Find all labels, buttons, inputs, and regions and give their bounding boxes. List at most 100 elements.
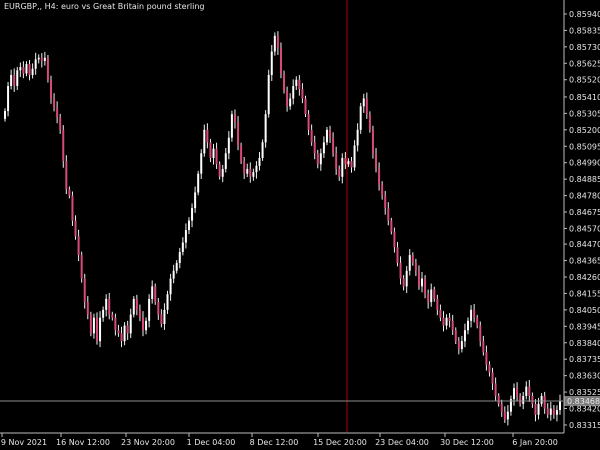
candle-body [362,98,365,107]
candle-body [224,153,227,169]
candle-body [378,168,381,185]
candle-body [436,298,439,310]
candle-body [71,195,74,221]
candle-body [249,168,252,177]
candle-body [329,129,332,138]
candle-body [200,153,203,174]
candle-body [341,158,344,177]
candle-body [53,98,56,108]
candle-body [460,341,463,350]
candle-body [135,298,138,310]
candle-body [80,255,83,279]
price-tick-label: 0.84470 [569,240,600,249]
candle-body [187,220,190,231]
candle [80,251,83,283]
candle-body [181,242,184,252]
candle-body [206,129,209,143]
candle-body [298,79,301,90]
price-tick-label: 0.84570 [569,224,600,233]
candle-body [316,153,319,165]
candle-body [194,192,197,209]
candle-body [123,325,126,342]
candle-body [261,142,264,159]
time-tick-label: 6 Jan 20:00 [512,438,558,447]
price-tick-label: 0.83315 [569,421,600,430]
candle-body [184,230,187,243]
time-tick-label: 16 Nov 12:00 [56,438,110,447]
price-tick-label: 0.83525 [569,388,600,397]
price-tick-label: 0.84780 [569,192,600,201]
candle-body [240,145,243,162]
candle [304,95,307,117]
candle-body [19,67,22,71]
candle-body [145,320,148,331]
candle-body [157,302,160,315]
price-tick-label: 0.83735 [569,355,600,364]
time-tick-label: 23 Dec 04:00 [375,438,429,447]
candle-body [463,330,466,342]
price-chart[interactable]: EURGBP,, H4: euro vs Great Britain pound… [0,0,600,450]
candle-body [292,85,295,99]
candle-body [534,403,537,415]
candle-body [482,341,485,353]
candle-body [421,278,424,287]
candle-body [25,64,28,74]
candle [264,110,267,148]
candle-body [227,137,230,154]
candle-body [77,236,80,256]
candle-body [215,148,218,165]
candle-body [286,90,289,107]
candle-body [46,57,49,80]
time-tick-label: 30 Dec 12:00 [440,438,494,447]
candle-body [473,309,476,318]
price-tick-label: 0.85410 [569,93,600,102]
candle [154,283,157,305]
candle-body [399,262,402,279]
candle-body [212,148,215,159]
candle-body [519,395,522,404]
candle-body [488,364,491,373]
candle-body [417,270,420,287]
candle-body [243,161,246,174]
candle-body [347,161,350,165]
candle-body [543,395,546,409]
candle-body [16,70,19,86]
time-tick-label: 9 Nov 2021 [1,438,47,447]
chart-window[interactable]: EURGBP,, H4: euro vs Great Britain pound… [0,0,600,450]
candle-body [497,395,500,404]
candle-body [476,317,479,326]
candle-body [332,137,335,154]
candle-body [13,75,16,86]
candle-body [467,320,470,331]
candle-body [68,189,71,196]
candle-body [295,79,298,86]
candle-body [108,298,111,315]
symbol-title: EURGBP,, H4: euro vs Great Britain pound… [4,2,204,11]
price-tick-label: 0.83630 [569,372,600,381]
price-tick-label: 0.83420 [569,405,600,414]
candle-body [503,411,506,420]
candle-body [522,395,525,404]
candle-body [7,85,10,112]
candle-body [513,388,516,400]
candle [368,111,371,133]
candle-body [95,317,98,342]
candle [283,70,286,94]
candle-body [451,320,454,331]
candle [267,69,270,118]
candle-body [408,255,411,271]
candle [89,311,92,337]
candle-body [301,89,304,99]
candle-body [405,270,408,287]
candle-body [40,57,43,61]
candle-body [166,294,169,310]
candle-body [549,408,552,415]
candle-body [445,317,448,326]
candle-body [126,325,129,334]
candle-body [433,289,436,299]
price-tick-label: 0.84155 [569,289,600,298]
candle-body [384,195,387,209]
candle-body [390,220,393,232]
candle-body [65,161,68,190]
candle-body [151,286,154,299]
